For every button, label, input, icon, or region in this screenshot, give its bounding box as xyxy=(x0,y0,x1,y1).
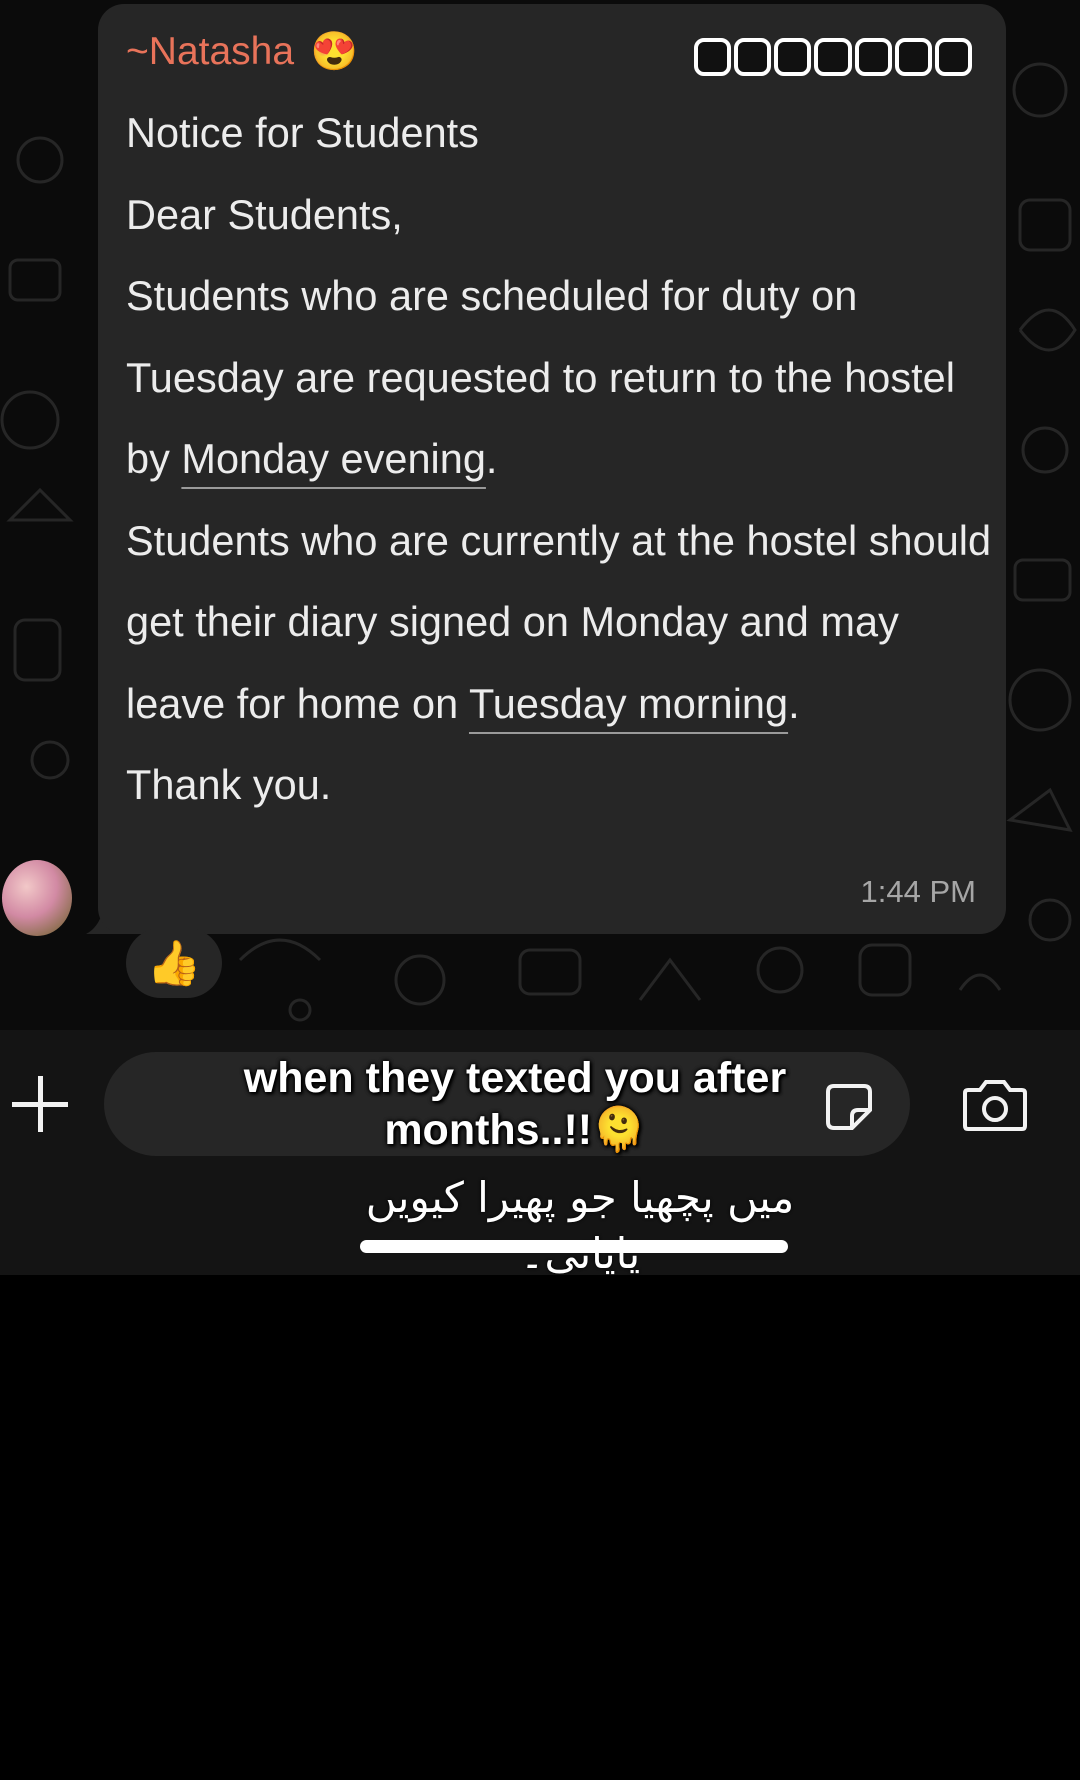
video-caption: when they texted you after months..!!🫠 xyxy=(190,1052,840,1156)
sender-name[interactable]: ~Natasha 😍 xyxy=(126,30,358,74)
caption-line-1: when they texted you after xyxy=(243,1054,787,1102)
message-title: Notice for Students xyxy=(126,109,479,156)
message-text: Notice for Students Dear Students, Stude… xyxy=(126,92,996,826)
message-paragraph-1: Students who are scheduled for duty on T… xyxy=(126,255,996,500)
redacted-phone-number xyxy=(694,38,972,76)
para2-end: . xyxy=(788,679,800,727)
urdu-caption: میں پچھیا جو پھیرا کیویں پایائی۔ xyxy=(365,1173,795,1278)
message-timestamp: 1:44 PM xyxy=(860,874,976,909)
reaction-badge[interactable]: 👍 xyxy=(126,928,222,998)
plus-icon[interactable] xyxy=(12,1076,68,1132)
message-greeting: Dear Students, xyxy=(126,190,403,238)
camera-icon[interactable] xyxy=(962,1078,1028,1132)
thumbs-up-icon: 👍 xyxy=(146,939,202,988)
message-closing: Thank you. xyxy=(126,761,332,808)
caption-line-2: months..!!🫠 xyxy=(384,1106,646,1154)
message-paragraph-2: Students who are currently at the hostel… xyxy=(126,500,996,745)
home-indicator xyxy=(360,1240,788,1253)
para1-end: . xyxy=(485,435,498,482)
date-link-tuesday-morning[interactable]: Tuesday morning xyxy=(469,680,788,727)
blank-area xyxy=(0,1275,1080,1780)
date-link-monday-evening[interactable]: Monday evening xyxy=(181,435,486,482)
sender-name-text[interactable]: ~Natasha xyxy=(126,30,294,73)
heart-eyes-emoji: 😍 xyxy=(310,31,359,73)
avatar[interactable] xyxy=(2,860,72,936)
